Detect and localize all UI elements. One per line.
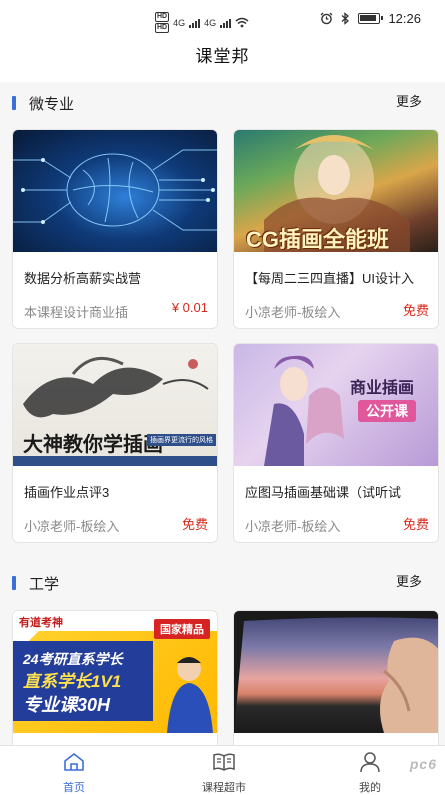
course-teacher: 小凉老师-板绘入 — [245, 519, 341, 534]
course-title: 插画作业点评3 — [24, 485, 110, 500]
course-title: 【每周二三四直播】UI设计入 — [245, 271, 415, 286]
book-icon — [213, 753, 235, 771]
course-thumbnail: 有道考神 国家精品 24考研直系学长 直系学长1V1 专业课30H — [13, 611, 217, 733]
system-indicators: 12:26 — [320, 11, 421, 26]
banner-text: CG插画全能班 — [246, 227, 390, 252]
course-teacher: 小凉老师-板绘入 — [245, 305, 341, 320]
watermark: pc6 — [409, 756, 437, 772]
more-link[interactable]: 更多 — [396, 91, 422, 110]
tab-course-market[interactable]: 课程超市 — [196, 752, 252, 795]
bottom-tab-bar: 首页 课程超市 我的 — [0, 745, 445, 795]
page-title: 课堂邦 — [195, 47, 250, 66]
network-indicators: HD HD 4G 4G — [155, 12, 249, 33]
course-title: 数据分析高薪实战营 — [24, 271, 142, 286]
course-price: 免费 — [181, 517, 208, 532]
section-header-engineering: 工学 更多 — [0, 567, 445, 597]
section-accent-bar — [12, 576, 16, 590]
clock: 12:26 — [388, 11, 421, 26]
headline-line-1: 24考研直系学长 — [23, 651, 123, 667]
signal-icon-2 — [220, 18, 232, 28]
course-card[interactable]: 有道考神 国家精品 24考研直系学长 直系学长1V1 专业课30H — [12, 610, 218, 750]
course-thumbnail — [13, 130, 217, 252]
tab-home[interactable]: 首页 — [54, 752, 94, 795]
status-bar: HD HD 4G 4G 12:26 — [0, 0, 445, 42]
course-title: 应图马插画基础课（试听试 — [245, 485, 402, 500]
student-figure-graphic — [167, 657, 213, 733]
course-teacher: 小凉老师-板绘入 — [24, 519, 120, 534]
brain-circuit-graphic — [13, 149, 217, 231]
course-price: 免费 — [402, 303, 429, 318]
network-type-2: 4G — [204, 17, 217, 28]
alarm-icon — [320, 12, 333, 25]
section-header-micro-major: 微专业 更多 — [0, 87, 445, 117]
banner-text: 大神教你学插画 — [23, 434, 163, 456]
section-title: 工学 — [29, 576, 60, 593]
course-card[interactable]: 大神教你学插画 插画界更流行的风格 插画作业点评3 小凉老师-板绘入 免费 — [12, 343, 218, 543]
headline-line-3: 专业课30H — [23, 695, 111, 715]
app-header: 课堂邦 — [0, 42, 445, 82]
tab-profile[interactable]: 我的 — [352, 752, 388, 795]
window-silhouette-graphic — [234, 611, 438, 733]
signal-icon — [189, 18, 201, 28]
course-price: 免费 — [402, 517, 429, 532]
national-quality-badge: 国家精品 — [154, 619, 210, 639]
tab-label: 我的 — [359, 782, 381, 794]
course-price: ¥ 0.01 — [171, 300, 208, 315]
hd-icon: HD HD — [155, 12, 170, 33]
course-card[interactable]: 数据分析高薪实战营 本课程设计商业插 ¥ 0.01 — [12, 129, 218, 329]
user-icon — [360, 752, 380, 773]
more-link[interactable]: 更多 — [396, 571, 422, 590]
brand-name: 有道考神 — [19, 617, 63, 629]
course-card[interactable]: CG插画全能班 【每周二三四直播】UI设计入 小凉老师-板绘入 免费 — [233, 129, 439, 329]
tab-label: 课程超市 — [202, 782, 246, 794]
course-card[interactable]: 商业插画 公开课 应图马插画基础课（试听试 小凉老师-板绘入 免费 — [233, 343, 439, 543]
home-icon — [64, 753, 84, 771]
battery-icon — [358, 13, 384, 24]
course-thumbnail: 商业插画 公开课 — [234, 344, 438, 466]
course-thumbnail: 大神教你学插画 插画界更流行的风格 — [13, 344, 217, 466]
wifi-icon — [235, 17, 249, 28]
headline-line-2: 直系学长1V1 — [23, 672, 122, 691]
section-accent-bar — [12, 96, 16, 110]
banner-stripe — [13, 456, 217, 466]
course-teacher: 本课程设计商业插 — [24, 305, 129, 320]
section-title: 微专业 — [29, 96, 75, 113]
course-thumbnail: CG插画全能班 — [234, 130, 438, 252]
network-type-1: 4G — [173, 17, 186, 28]
course-thumbnail — [234, 611, 438, 733]
bluetooth-icon — [342, 12, 350, 25]
tab-label: 首页 — [63, 782, 85, 794]
banner-text: 商业插画 — [350, 380, 415, 397]
banner-subtext: 插画界更流行的风格 — [147, 434, 216, 446]
course-card[interactable] — [233, 610, 439, 750]
banner-subtext: 公开课 — [358, 400, 416, 422]
